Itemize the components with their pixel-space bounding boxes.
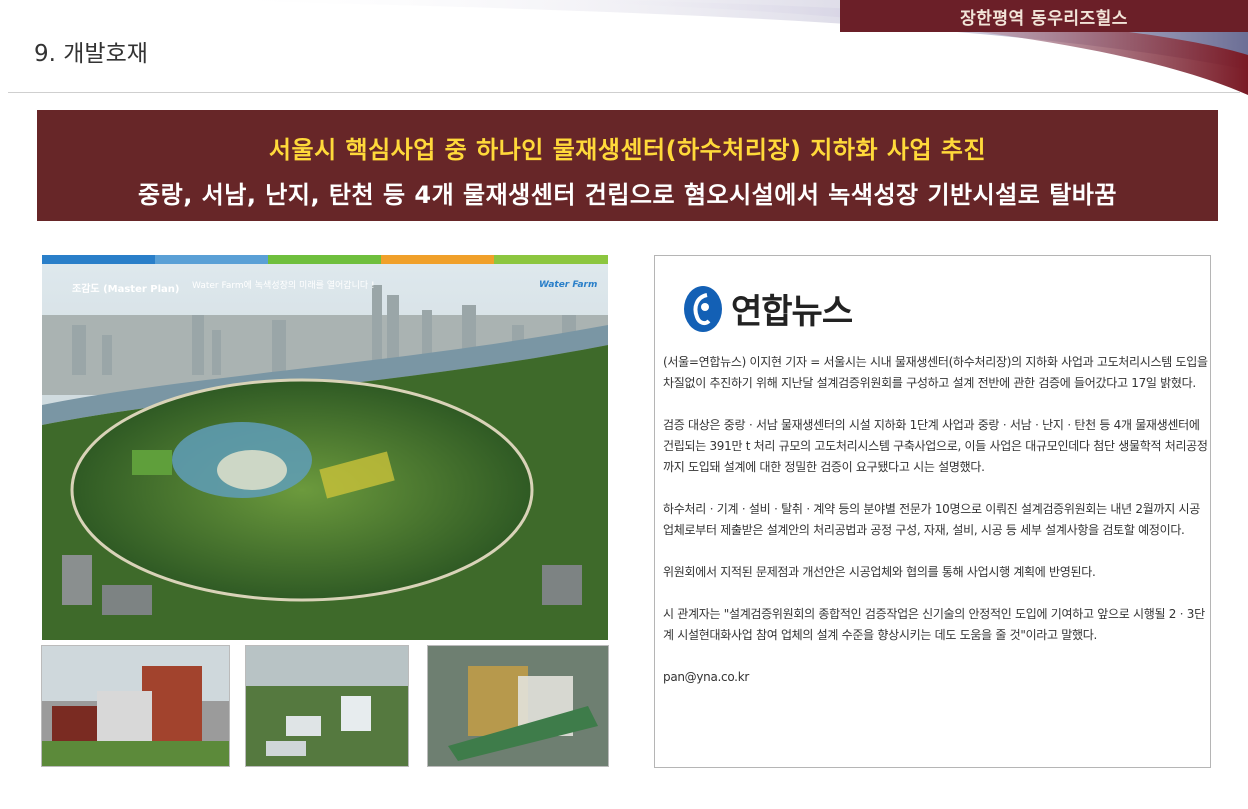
master-plan-label: 조감도 (Master Plan) — [72, 283, 179, 295]
brand-title: 장한평역 동우리즈힐스 — [840, 0, 1248, 32]
yonhap-emblem-icon — [684, 285, 722, 332]
site-plan-photo — [427, 645, 609, 767]
water-farm-caption: Water Farm에 녹색성장의 미래를 열어갑니다 ! — [192, 279, 375, 291]
article-paragraph: 하수처리ㆍ기계ㆍ설비ㆍ탈취ㆍ계약 등의 분야별 전문가 10명으로 이뤄진 설계… — [663, 502, 1200, 537]
yonhap-logo: 연합뉴스 — [683, 284, 853, 333]
yonhap-logo-text: 연합뉴스 — [731, 292, 853, 332]
facility-campus-photo — [245, 645, 409, 767]
article-paragraph: (서울=연합뉴스) 이지현 기자 = 서울시는 시내 물재생센터(하수처리장)의… — [663, 355, 1208, 390]
headline-banner: 서울시 핵심사업 중 하나인 물재생센터(하수처리장) 지하화 사업 추진 중랑… — [37, 110, 1218, 221]
header-divider — [8, 92, 1240, 93]
article-body: (서울=연합뉴스) 이지현 기자 = 서울시는 시내 물재생센터(하수처리장)의… — [663, 352, 1208, 709]
reporter-email[interactable]: pan@yna.co.kr — [663, 667, 1208, 688]
article-paragraph: 시 관계자는 "설계검증위원회의 종합적인 검증작업은 신기술의 안정적인 도입… — [663, 607, 1205, 642]
section-title: 9. 개발호재 — [34, 41, 148, 67]
banner-headline: 서울시 핵심사업 중 하나인 물재생센터(하수처리장) 지하화 사업 추진 — [268, 136, 987, 164]
facility-building-photo — [41, 645, 230, 767]
banner-subheadline: 중랑, 서남, 난지, 탄천 등 4개 물재생센터 건립으로 혐오시설에서 녹색… — [138, 181, 1117, 209]
article-paragraph: 검증 대상은 중랑ㆍ서남 물재생센터의 시설 지하화 1단계 사업과 중랑ㆍ서남… — [663, 418, 1208, 474]
news-article: 연합뉴스 (서울=연합뉴스) 이지현 기자 = 서울시는 시내 물재생센터(하수… — [654, 255, 1211, 768]
article-paragraph: 위원회에서 지적된 문제점과 개선안은 시공업체와 협의를 통해 사업시행 계획… — [663, 565, 1096, 579]
water-farm-logo: Water Farm — [539, 280, 597, 290]
master-plan-aerial-image: 조감도 (Master Plan) Water Farm에 녹색성장의 미래를 … — [42, 255, 608, 640]
